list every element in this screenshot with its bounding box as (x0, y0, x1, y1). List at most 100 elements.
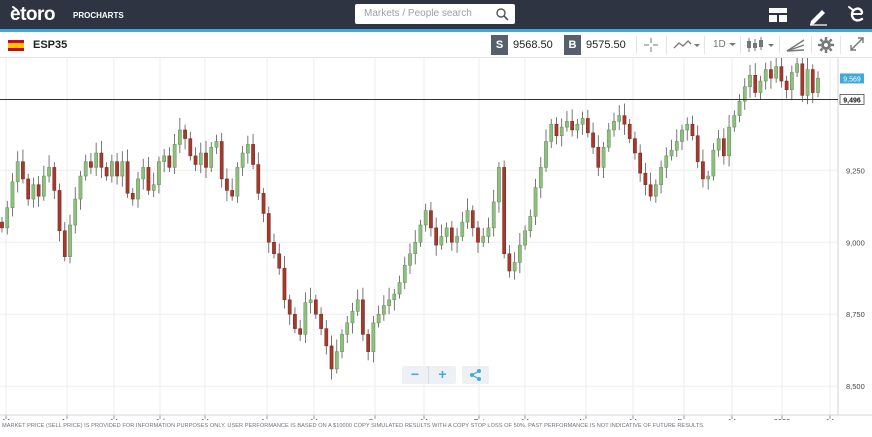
chevron-down-icon (729, 43, 736, 46)
candle-body (538, 167, 543, 188)
candle-body (402, 265, 407, 283)
candle-body (193, 155, 198, 165)
interval-dropdown[interactable]: 1D (711, 35, 739, 55)
candle-body (162, 155, 167, 162)
x-tick-label: Dec (677, 417, 691, 420)
candle-body (643, 172, 648, 185)
candle-body (648, 184, 653, 197)
instrument-toolbar: ESP35 S 9568.50 B 9575.50 1D (0, 32, 872, 58)
candle-body (324, 328, 329, 347)
candle-body (413, 242, 418, 255)
candle-body (219, 141, 224, 180)
fullscreen-icon[interactable] (846, 35, 868, 55)
instrument-symbol[interactable]: ESP35 (33, 39, 67, 51)
candle-body (272, 242, 276, 255)
drawing-tools-icon[interactable] (784, 35, 808, 55)
candle-body (261, 193, 266, 214)
candle-body (444, 227, 449, 237)
buy-price-box[interactable]: B 9575.50 (564, 35, 634, 55)
candle-body (596, 147, 601, 168)
candle-body (690, 123, 695, 136)
candle-body (763, 69, 768, 82)
candle-body (345, 322, 350, 335)
zoom-out-button[interactable]: − (402, 366, 429, 384)
candle-body (580, 118, 585, 125)
svg-text:etoro: etoro (10, 4, 55, 25)
candle-body (653, 184, 658, 197)
candle-body (721, 138, 726, 157)
search-input[interactable]: Markets / People search (364, 8, 472, 19)
y-tick-label: 8,500 (846, 382, 865, 391)
candle-body (481, 236, 486, 243)
edit-pencil-icon[interactable] (807, 4, 829, 26)
candle-body (99, 152, 104, 168)
candle-body (298, 328, 303, 335)
sell-price-box[interactable]: S 9568.50 (491, 35, 559, 55)
candle-body (115, 161, 119, 177)
candle-body (251, 144, 255, 165)
candle-body (334, 351, 339, 370)
candle-body (439, 236, 444, 246)
candle-body (800, 63, 805, 96)
candle-body (303, 302, 308, 335)
candle-body (130, 193, 135, 200)
buy-tag: B (564, 35, 581, 55)
candle-body (188, 138, 193, 157)
candle-body (0, 221, 4, 229)
candle-body (240, 152, 245, 168)
candle-body (83, 161, 88, 177)
candle-body (570, 121, 575, 131)
spain-flag-icon (8, 40, 24, 51)
candle-body (204, 152, 208, 168)
x-tick-label: 14 (420, 417, 428, 420)
candle-body (293, 313, 297, 329)
candle-body (622, 115, 627, 125)
candle-body (774, 66, 779, 79)
x-tick-label: Sep (368, 417, 381, 420)
settings-gear-icon[interactable] (815, 35, 837, 55)
search-box[interactable]: Markets / People search (355, 4, 515, 24)
x-tick-label: 14 (728, 417, 736, 420)
toolbar-divider (704, 36, 705, 54)
y-tick-label: 8,750 (846, 310, 865, 319)
level-price-label: 9,496 (843, 97, 861, 104)
candle-body (617, 115, 622, 122)
candle-body (329, 345, 334, 370)
toolbar-divider (840, 36, 841, 54)
candle-body (230, 190, 235, 197)
candle-body (183, 129, 187, 139)
candle-body (549, 123, 554, 142)
candle-body (5, 207, 10, 229)
candle-body (429, 210, 433, 229)
candle-body (26, 178, 31, 200)
candle-body (214, 141, 219, 148)
candle-body (732, 115, 737, 128)
candle-body (350, 311, 355, 324)
candle-body (434, 227, 439, 246)
candle-body (151, 184, 156, 191)
candle-body (591, 132, 595, 148)
candles-icon[interactable] (744, 35, 776, 55)
candle-body (737, 100, 742, 116)
toolbar-divider (636, 36, 637, 54)
etoro-e-icon[interactable] (846, 4, 868, 26)
indicators-icon[interactable] (671, 35, 701, 55)
search-icon[interactable] (495, 7, 509, 21)
layout-icon[interactable] (767, 4, 789, 26)
crosshair-icon[interactable] (640, 35, 662, 55)
candle-body (256, 164, 261, 194)
candle-body (225, 178, 229, 191)
candle-body (366, 334, 371, 352)
candle-body (470, 210, 475, 229)
candle-body (282, 267, 287, 301)
candle-body (15, 161, 20, 183)
x-tick-label: Jul (155, 417, 165, 420)
share-button[interactable] (462, 366, 489, 384)
zoom-in-button[interactable]: + (429, 366, 456, 384)
etoro-logo[interactable]: etoro (10, 3, 74, 31)
candle-body (47, 167, 51, 177)
candle-body (31, 184, 36, 200)
candle-body (486, 227, 491, 237)
candle-body (449, 227, 454, 243)
candle-body (423, 210, 428, 226)
